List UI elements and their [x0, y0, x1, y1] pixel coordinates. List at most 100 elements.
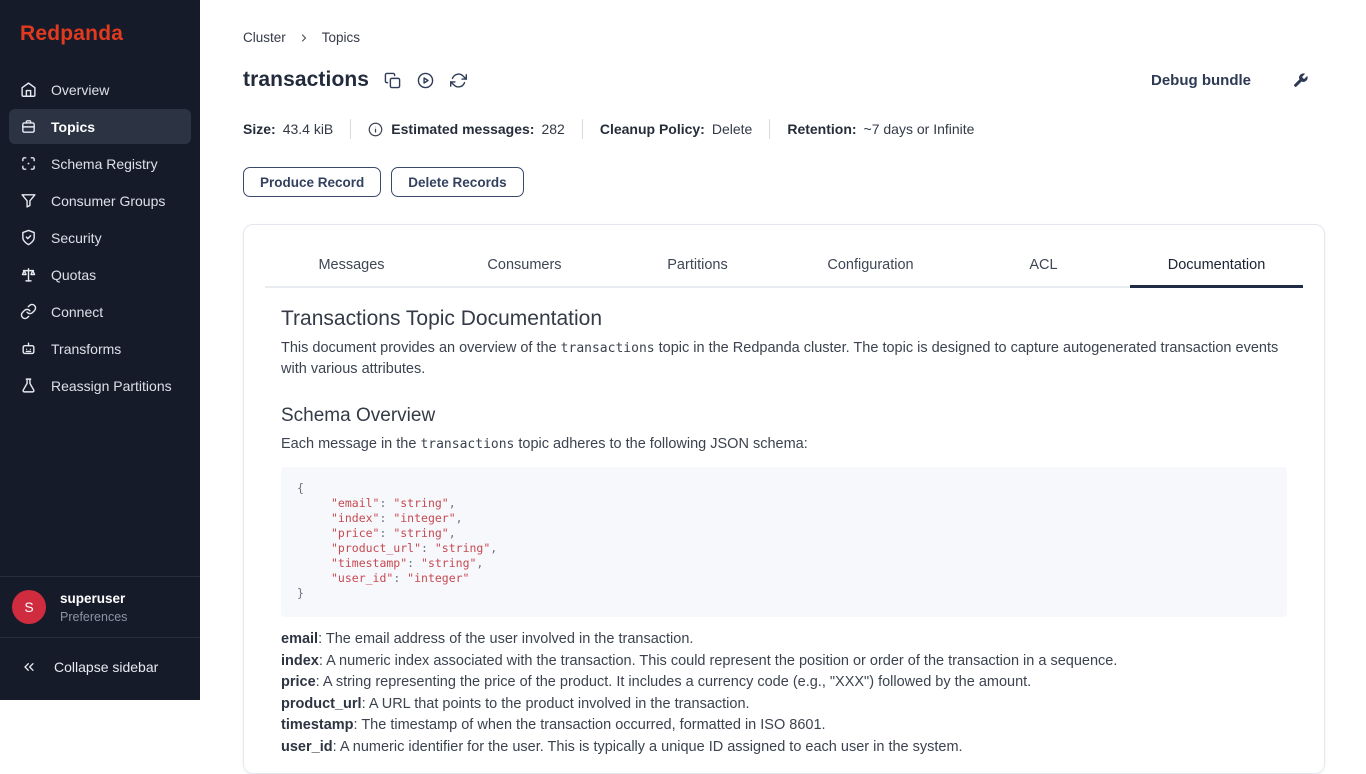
redpanda-logo[interactable]: Redpanda — [0, 0, 200, 72]
tab-partitions[interactable]: Partitions — [611, 247, 784, 286]
main-area: Cluster Topics transactions Debug bundle — [200, 0, 1366, 700]
title-row: transactions Debug bundle — [243, 68, 1325, 92]
wrench-icon[interactable] — [1292, 72, 1309, 89]
robot-icon — [20, 340, 37, 357]
schema-intro: Each message in the transactions topic a… — [281, 434, 1287, 455]
schema-intro-text: topic adheres to the following JSON sche… — [514, 436, 807, 452]
sidebar-item-label: Connect — [51, 304, 103, 320]
collapse-sidebar-label: Collapse sidebar — [54, 659, 158, 675]
stat-estimated-messages: Estimated messages: 282 — [368, 121, 565, 137]
tab-consumers[interactable]: Consumers — [438, 247, 611, 286]
code-line: "index": "integer", — [297, 511, 1271, 526]
shield-check-icon — [20, 229, 37, 246]
tab-configuration[interactable]: Configuration — [784, 247, 957, 286]
divider — [769, 119, 770, 139]
doc-title: Transactions Topic Documentation — [281, 307, 1287, 331]
tab-messages[interactable]: Messages — [265, 247, 438, 286]
breadcrumb: Cluster Topics — [243, 0, 1325, 45]
field-row: product_url: A URL that points to the pr… — [281, 694, 1287, 716]
breadcrumb-cluster[interactable]: Cluster — [243, 30, 286, 45]
stat-retention-value: ~7 days or Infinite — [864, 121, 975, 137]
refresh-icon[interactable] — [450, 72, 467, 89]
doc-intro-text: This document provides an overview of th… — [281, 340, 561, 356]
user-name: superuser — [60, 591, 127, 606]
tab-documentation[interactable]: Documentation — [1130, 247, 1303, 286]
sidebar-item-topics[interactable]: Topics — [9, 109, 191, 144]
breadcrumb-topics[interactable]: Topics — [322, 30, 360, 45]
sidebar-item-quotas[interactable]: Quotas — [9, 257, 191, 292]
stat-cleanup-label: Cleanup Policy: — [600, 121, 705, 137]
title-actions — [384, 72, 467, 89]
field-row: email: The email address of the user inv… — [281, 629, 1287, 651]
field-row: user_id: A numeric identifier for the us… — [281, 737, 1287, 759]
stat-cleanup-value: Delete — [712, 121, 752, 137]
sidebar: Redpanda Overview Topics Schema Registry… — [0, 0, 200, 700]
schema-overview-heading: Schema Overview — [281, 405, 1287, 427]
sidebar-item-label: Quotas — [51, 267, 96, 283]
sidebar-item-overview[interactable]: Overview — [9, 72, 191, 107]
avatar: S — [12, 590, 46, 624]
chevron-right-icon — [298, 32, 310, 44]
sidebar-item-reassign-partitions[interactable]: Reassign Partitions — [9, 368, 191, 403]
scales-icon — [20, 266, 37, 283]
sidebar-item-label: Transforms — [51, 341, 121, 357]
sidebar-item-label: Security — [51, 230, 102, 246]
topic-tabs: Messages Consumers Partitions Configurat… — [265, 247, 1303, 288]
link-icon — [20, 303, 37, 320]
copy-icon[interactable] — [384, 72, 401, 89]
sidebar-item-consumer-groups[interactable]: Consumer Groups — [9, 183, 191, 218]
divider — [582, 119, 583, 139]
stat-size-label: Size: — [243, 121, 276, 137]
field-row: price: A string representing the price o… — [281, 672, 1287, 694]
topics-icon — [20, 118, 37, 135]
sidebar-item-schema-registry[interactable]: Schema Registry — [9, 146, 191, 181]
code-open-brace: { — [297, 481, 1271, 496]
field-row: index: A numeric index associated with t… — [281, 651, 1287, 673]
funnel-icon — [20, 192, 37, 209]
code-line: "product_url": "string", — [297, 541, 1271, 556]
user-preferences-link[interactable]: Preferences — [60, 610, 127, 624]
produce-record-button[interactable]: Produce Record — [243, 167, 381, 197]
info-icon[interactable] — [368, 122, 383, 137]
code-line: "user_id": "integer" — [297, 571, 1271, 586]
stat-retention: Retention: ~7 days or Infinite — [787, 121, 974, 137]
field-descriptions: email: The email address of the user inv… — [281, 629, 1287, 758]
code-line: "timestamp": "string", — [297, 556, 1271, 571]
stat-messages-label: Estimated messages: — [391, 121, 534, 137]
double-chevron-left-icon — [21, 659, 37, 675]
stat-cleanup-policy: Cleanup Policy: Delete — [600, 121, 753, 137]
stat-messages-value: 282 — [541, 121, 564, 137]
delete-records-button[interactable]: Delete Records — [391, 167, 523, 197]
sidebar-item-label: Schema Registry — [51, 156, 158, 172]
documentation-content: Transactions Topic Documentation This do… — [244, 288, 1324, 758]
sidebar-item-label: Reassign Partitions — [51, 378, 172, 394]
topic-card: Messages Consumers Partitions Configurat… — [243, 224, 1325, 774]
schema-intro-text: Each message in the — [281, 436, 420, 452]
inline-code: transactions — [561, 341, 655, 356]
doc-intro: This document provides an overview of th… — [281, 338, 1287, 380]
sidebar-item-label: Consumer Groups — [51, 193, 165, 209]
inline-code: transactions — [420, 437, 514, 452]
stat-retention-label: Retention: — [787, 121, 856, 137]
json-schema-codeblock: { "email": "string", "index": "integer",… — [281, 467, 1287, 617]
sidebar-item-transforms[interactable]: Transforms — [9, 331, 191, 366]
code-close-brace: } — [297, 586, 1271, 601]
sidebar-item-connect[interactable]: Connect — [9, 294, 191, 329]
code-line: "price": "string", — [297, 526, 1271, 541]
user-info: superuser Preferences — [60, 591, 127, 624]
code-line: "email": "string", — [297, 496, 1271, 511]
flask-icon — [20, 377, 37, 394]
sidebar-item-label: Topics — [51, 119, 95, 135]
user-menu[interactable]: S superuser Preferences — [0, 576, 200, 638]
stat-size: Size: 43.4 kiB — [243, 121, 333, 137]
debug-bundle-link[interactable]: Debug bundle — [1151, 72, 1251, 89]
sidebar-spacer — [0, 403, 200, 576]
schema-registry-icon — [20, 155, 37, 172]
stat-size-value: 43.4 kiB — [283, 121, 334, 137]
play-circle-icon[interactable] — [417, 72, 434, 89]
field-row: timestamp: The timestamp of when the tra… — [281, 715, 1287, 737]
collapse-sidebar-button[interactable]: Collapse sidebar — [0, 638, 200, 700]
tab-acl[interactable]: ACL — [957, 247, 1130, 286]
page-title: transactions — [243, 68, 369, 92]
sidebar-item-security[interactable]: Security — [9, 220, 191, 255]
